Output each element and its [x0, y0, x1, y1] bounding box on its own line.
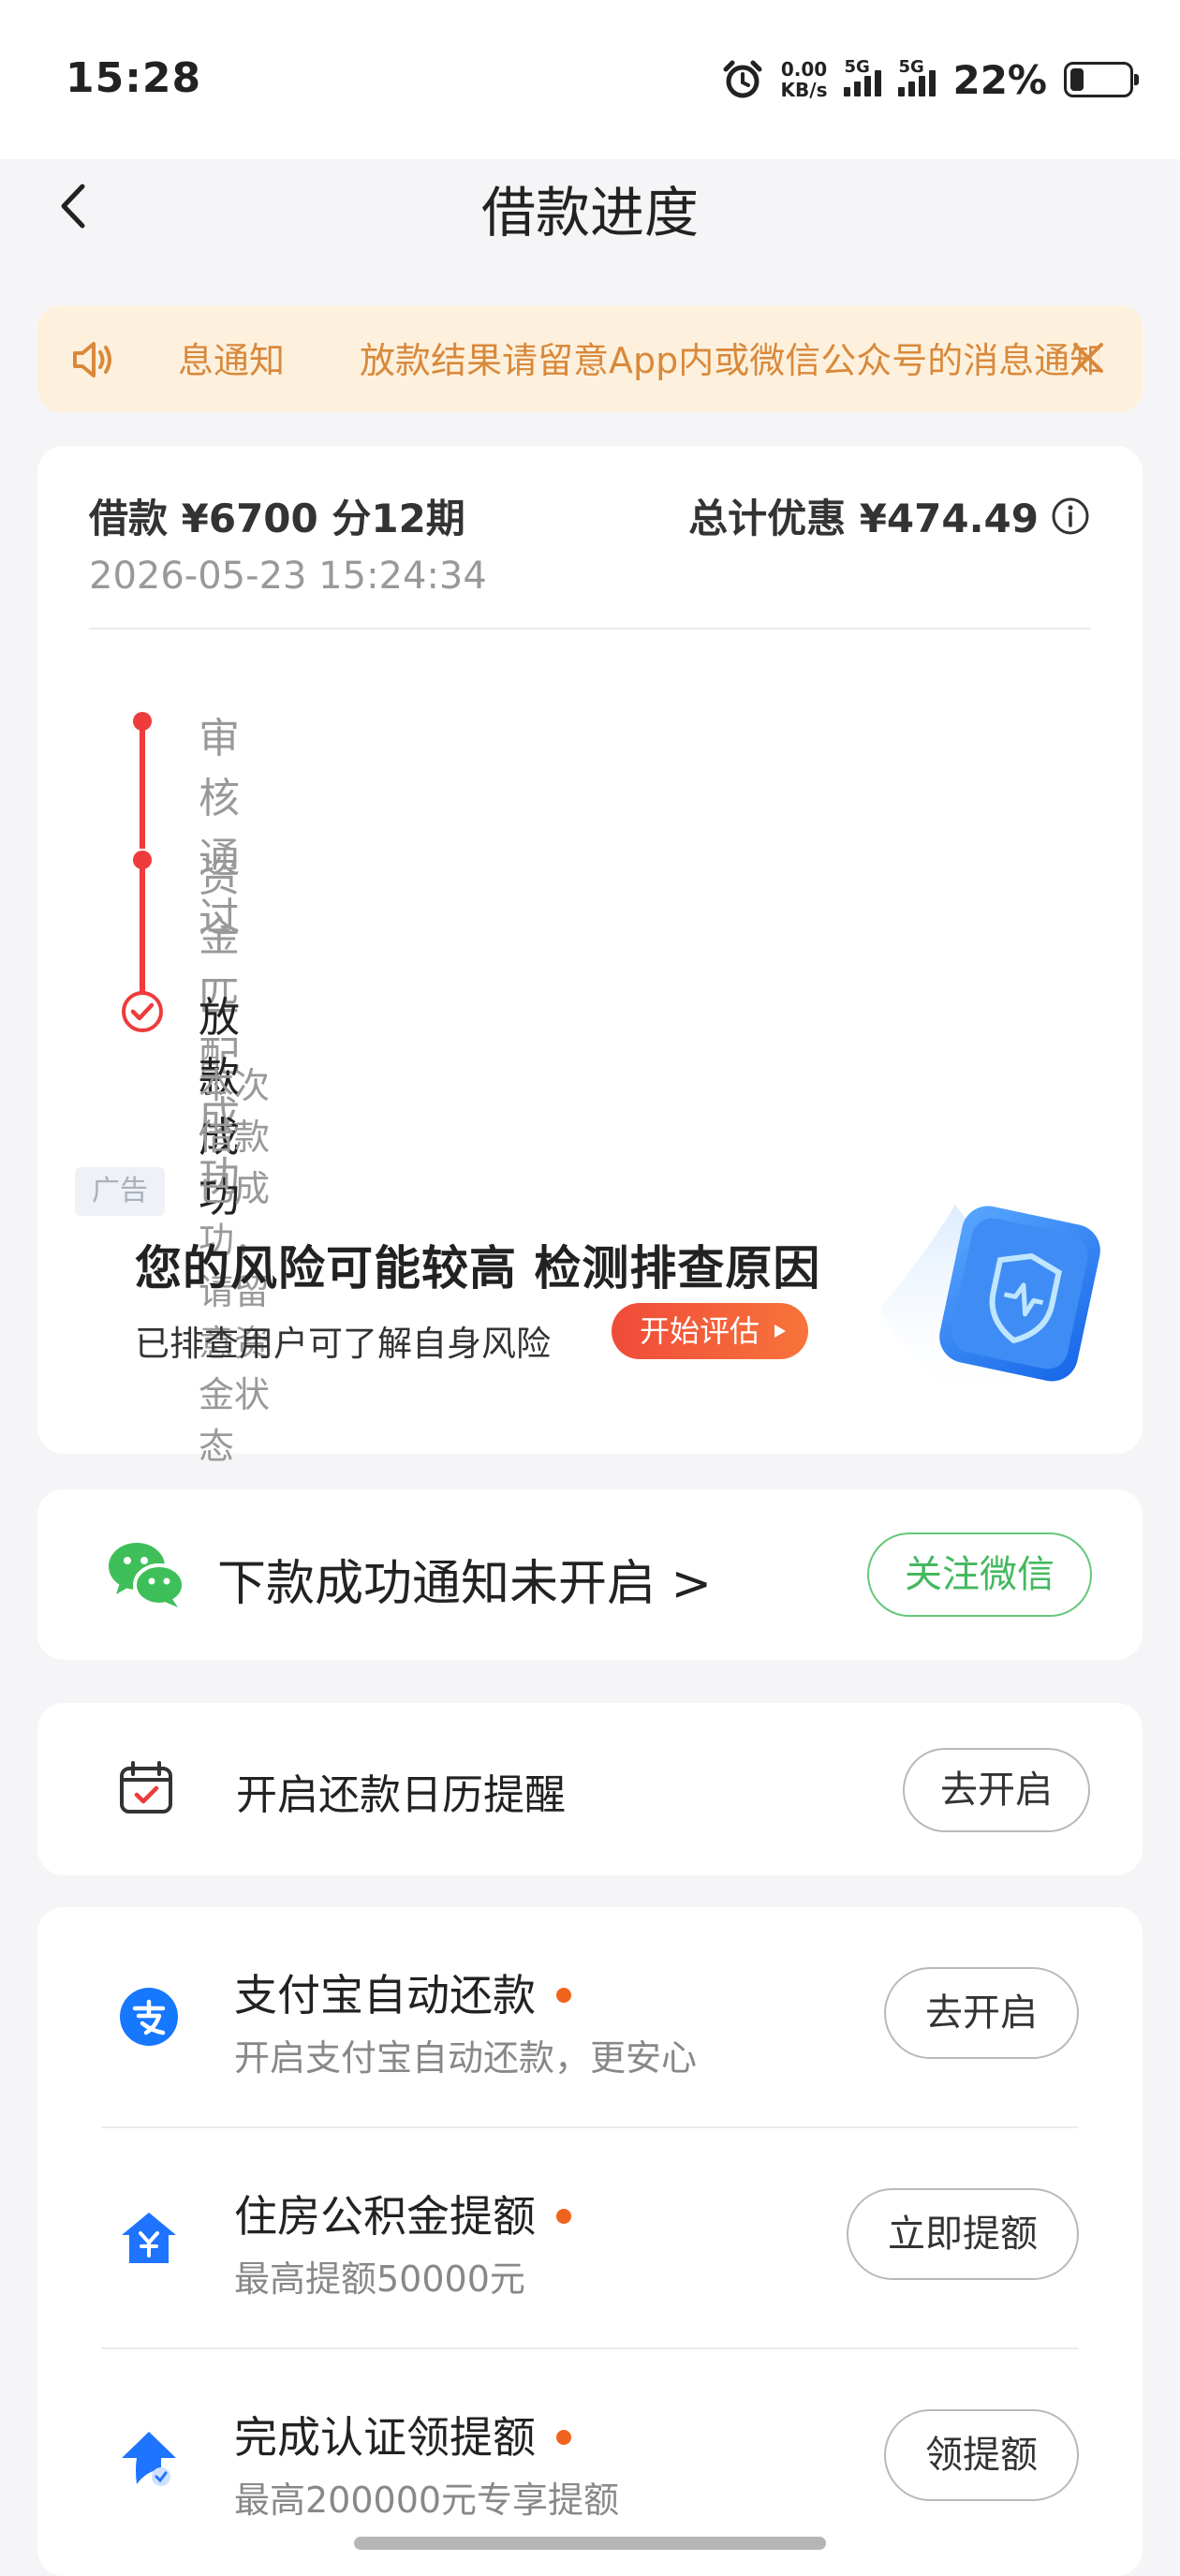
page-title: 借款进度	[480, 181, 699, 244]
wechat-icon	[109, 1543, 185, 1607]
info-icon[interactable]	[1050, 496, 1091, 537]
loan-progress-card: 借款 ¥6700 分12期 总计优惠 ¥474.49 2026-05-23 15…	[37, 446, 1143, 1467]
calendar-reminder-text: 开启还款日历提醒	[236, 1771, 566, 1819]
follow-wechat-button[interactable]: 关注微信	[867, 1532, 1092, 1617]
service-title: 住房公积金提额	[234, 2183, 571, 2244]
ad-subtitle: 已排查用户可了解自身风险	[135, 1324, 551, 1364]
new-badge	[556, 1988, 571, 2003]
service-desc: 开启支付宝自动还款，更安心	[234, 2037, 698, 2079]
service-desc: 最高提额50000元	[234, 2258, 525, 2300]
shield-icon	[880, 1205, 1114, 1411]
service-row-alipay[interactable]: 支付宝自动还款 开启支付宝自动还款，更安心 去开启	[37, 1907, 1143, 2128]
alipay-enable-button[interactable]: 去开启	[884, 1967, 1079, 2059]
signal-icon-1: 5G	[844, 57, 882, 96]
loan-time: 2026-05-23 15:24:34	[89, 555, 487, 598]
divider	[89, 628, 1091, 629]
net-speed: 0.00 KB/s	[781, 59, 828, 100]
arrow-up-badge-icon	[122, 2432, 176, 2486]
notice-text: 放款结果请留意App内或微信公众号的消息通知	[360, 340, 1099, 381]
ad-banner[interactable]: 广告 您的风险可能较高 检测排查原因 已排查用户可了解自身风险 开始评估	[75, 1167, 1114, 1420]
step-dot	[133, 712, 152, 731]
signal-tag-1: 5G	[844, 57, 870, 77]
service-title: 支付宝自动还款	[234, 1962, 571, 2023]
loan-summary: 借款 ¥6700 分12期	[89, 496, 465, 541]
new-badge	[556, 2430, 571, 2445]
ad-tag: 广告	[75, 1167, 165, 1216]
house-icon	[122, 2213, 176, 2263]
step-dot	[133, 851, 152, 869]
close-icon[interactable]	[1071, 341, 1105, 375]
alipay-icon	[120, 1988, 178, 2046]
enable-calendar-button[interactable]: 去开启	[903, 1748, 1090, 1832]
home-indicator[interactable]	[354, 2537, 826, 2550]
battery-icon	[1064, 62, 1139, 97]
claim-raise-button[interactable]: 领提额	[884, 2409, 1079, 2501]
status-time: 15:28	[66, 54, 202, 102]
status-icons: 0.00 KB/s 5G 5G 22%	[721, 56, 1139, 103]
battery-percent: 22%	[952, 56, 1047, 103]
service-title: 完成认证领提额	[234, 2404, 571, 2465]
net-speed-value: 0.00	[780, 58, 828, 81]
new-badge	[556, 2209, 571, 2224]
status-bar: 15:28 0.00 KB/s 5G 5G 22% 借款进度	[0, 0, 1180, 244]
wechat-notify-card[interactable]: 下款成功通知未开启 > 关注微信	[37, 1489, 1143, 1660]
check-circle-icon	[122, 991, 163, 1032]
speaker-icon	[73, 342, 111, 378]
notice-label: 息通知	[178, 340, 286, 381]
start-assessment-button[interactable]: 开始评估	[612, 1303, 808, 1359]
signal-tag-2: 5G	[898, 57, 924, 77]
service-desc: 最高200000元专享提额	[234, 2480, 620, 2521]
loan-discount-text: 总计优惠 ¥474.49	[688, 496, 1039, 541]
step-connector	[140, 721, 145, 849]
calendar-reminder-card: 开启还款日历提醒 去开启	[37, 1703, 1143, 1875]
notice-banner: 息通知 放款结果请留意App内或微信公众号的消息通知	[37, 305, 1143, 412]
step-connector	[140, 862, 145, 993]
housing-fund-raise-button[interactable]: 立即提额	[847, 2188, 1079, 2280]
net-speed-unit: KB/s	[780, 79, 828, 101]
alarm-icon	[723, 60, 762, 98]
ad-title: 您的风险可能较高 检测排查原因	[135, 1241, 821, 1295]
calendar-icon	[120, 1761, 172, 1814]
services-card: 支付宝自动还款 开启支付宝自动还款，更安心 去开启 住房公积金提额 最高提额50…	[37, 1907, 1143, 2576]
service-row-housing-fund[interactable]: 住房公积金提额 最高提额50000元 立即提额	[37, 2128, 1143, 2349]
loan-discount[interactable]: 总计优惠 ¥474.49	[688, 487, 1091, 544]
wechat-notify-text[interactable]: 下款成功通知未开启 >	[217, 1544, 712, 1614]
signal-icon-2: 5G	[898, 57, 937, 96]
